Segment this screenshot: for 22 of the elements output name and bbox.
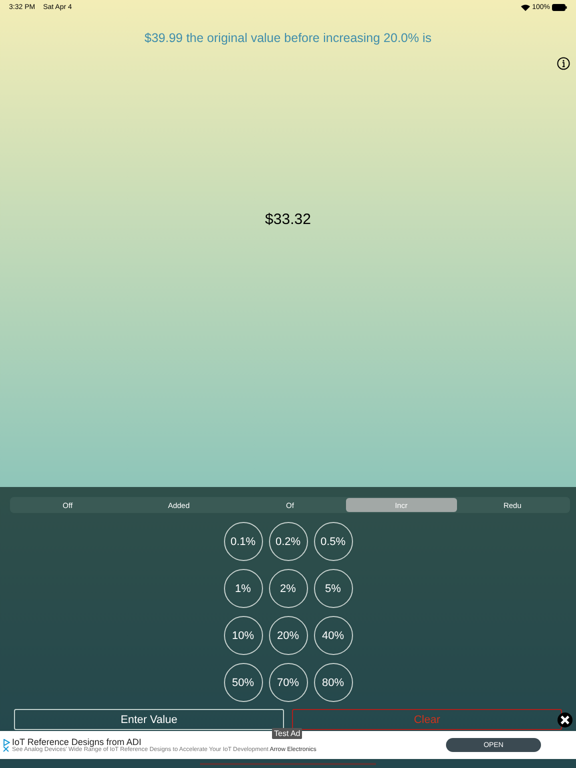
close-icon[interactable] <box>557 712 573 728</box>
wifi-icon <box>521 4 530 10</box>
percent-button[interactable]: 10% <box>224 616 262 655</box>
question-text: $39.99 the original value before increasing 20.0% is <box>144 31 432 45</box>
percent-button[interactable]: 80% <box>314 663 352 702</box>
percent-button[interactable]: 20% <box>268 616 308 655</box>
percent-button[interactable]: 2% <box>268 569 308 608</box>
percent-button[interactable]: 0.2% <box>268 522 308 561</box>
test-ad-label: Test Ad <box>272 728 302 739</box>
info-icon[interactable] <box>557 57 570 70</box>
battery-icon <box>552 4 567 10</box>
percent-button[interactable]: 1% <box>224 569 262 608</box>
percent-button[interactable]: 5% <box>314 569 352 608</box>
percent-button[interactable]: 0.5% <box>314 522 352 561</box>
enter-value-button[interactable]: Enter Value <box>14 709 284 730</box>
percent-button[interactable]: 40% <box>314 616 352 655</box>
play-icon[interactable] <box>2 738 10 746</box>
percent-button[interactable]: 70% <box>268 663 308 702</box>
percent-button[interactable]: 50% <box>224 663 262 702</box>
ad-title: IoT Reference Designs from ADI <box>12 737 142 747</box>
percent-button[interactable]: 0.1% <box>224 522 262 561</box>
result-value: $33.32 <box>265 211 311 228</box>
